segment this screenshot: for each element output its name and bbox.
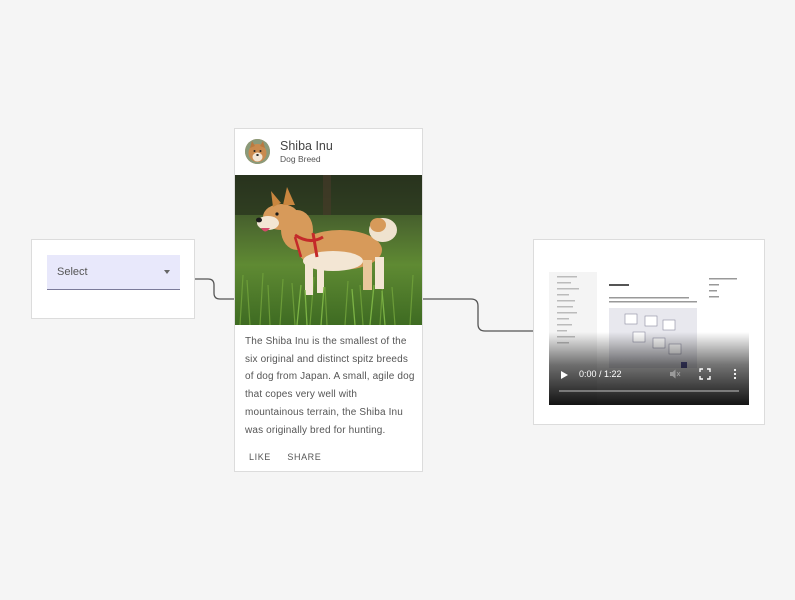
video-node[interactable]: 0:00 / 1:22 bbox=[533, 239, 765, 425]
flow-canvas: Select Shiba Inu Dog Breed The Shiba Inu… bbox=[0, 0, 795, 600]
like-button[interactable]: LIKE bbox=[243, 450, 277, 464]
dropdown-arrow-icon bbox=[164, 270, 170, 274]
edge-select-to-card bbox=[195, 278, 234, 300]
edge-card-to-video bbox=[423, 298, 533, 332]
video-controls: 0:00 / 1:22 bbox=[549, 332, 749, 405]
shiba-photo bbox=[235, 175, 422, 325]
play-icon[interactable] bbox=[561, 371, 568, 379]
select-node[interactable]: Select bbox=[31, 239, 195, 319]
shiba-avatar-icon bbox=[245, 139, 270, 164]
card-image bbox=[235, 175, 422, 325]
share-button[interactable]: SHARE bbox=[281, 450, 327, 464]
video-time: 0:00 / 1:22 bbox=[579, 369, 622, 379]
select-dropdown[interactable]: Select bbox=[47, 255, 180, 290]
video-progress-bar[interactable] bbox=[559, 390, 739, 392]
card-title: Shiba Inu bbox=[280, 139, 333, 153]
card-actions: LIKE SHARE bbox=[243, 447, 327, 465]
dog-card-node[interactable]: Shiba Inu Dog Breed The Shiba Inu is the… bbox=[234, 128, 423, 472]
card-subtitle: Dog Breed bbox=[280, 154, 321, 164]
more-vertical-icon[interactable] bbox=[729, 368, 741, 380]
card-header: Shiba Inu Dog Breed bbox=[235, 129, 422, 175]
select-label: Select bbox=[57, 266, 88, 278]
video-player[interactable]: 0:00 / 1:22 bbox=[549, 272, 749, 405]
avatar bbox=[245, 139, 270, 164]
volume-muted-icon[interactable] bbox=[669, 368, 681, 380]
card-description: The Shiba Inu is the smallest of the six… bbox=[245, 336, 415, 436]
fullscreen-icon[interactable] bbox=[699, 368, 711, 380]
